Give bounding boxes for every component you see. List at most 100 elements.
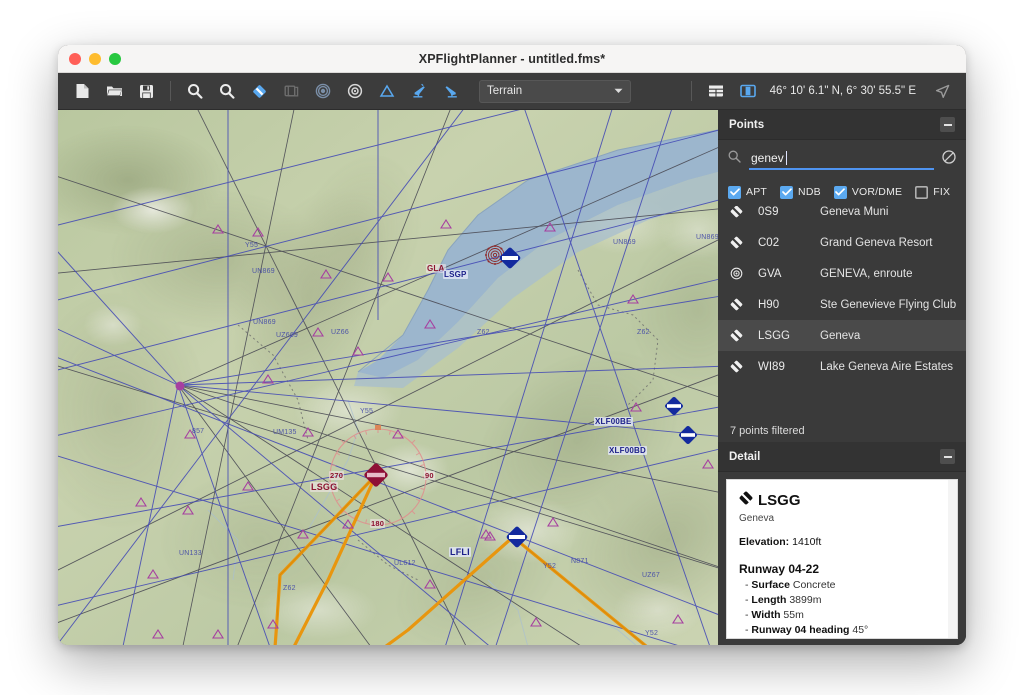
detail-elevation: Elevation: 1410ft bbox=[739, 535, 945, 550]
compass-label-270: 270 bbox=[329, 471, 345, 480]
airway-label: UM135 bbox=[273, 429, 297, 436]
points-list-scroll[interactable]: 0S9 Geneva Muni C02 Grand Geneva Resort GVA G… bbox=[718, 206, 966, 420]
runway-heading: Runway 04-22 bbox=[739, 562, 820, 577]
maximize-window-button[interactable] bbox=[109, 53, 121, 65]
points-panel-title: Points bbox=[729, 118, 765, 131]
filter-apt[interactable]: APT bbox=[728, 185, 767, 199]
points-collapse-button[interactable] bbox=[940, 117, 955, 132]
toolbar: Terrain 46° 10' 6.1" N, 6° 30' 55.5" E bbox=[58, 73, 966, 110]
point-row-h90[interactable]: H90 Ste Genevieve Flying Club bbox=[718, 289, 966, 320]
filter-apt-checkbox[interactable] bbox=[728, 185, 741, 199]
runway-detail-value: 45° bbox=[852, 624, 869, 637]
terrain-select[interactable]: Terrain bbox=[479, 79, 631, 103]
detail-panel-header: Detail bbox=[718, 442, 966, 472]
window-title: XPFlightPlanner - untitled.fms* bbox=[418, 51, 606, 66]
airway-label: Y55 bbox=[360, 408, 374, 415]
detail-elevation-label: Elevation: bbox=[739, 536, 790, 549]
runway-detail-label: Length bbox=[751, 594, 787, 607]
detail-scrollbar[interactable] bbox=[948, 480, 957, 638]
title-bar: XPFlightPlanner - untitled.fms* bbox=[58, 45, 966, 73]
filter-vordme[interactable]: VOR/DME bbox=[833, 185, 902, 199]
detail-panel-title: Detail bbox=[729, 450, 761, 463]
detail-icao: LSGG bbox=[758, 492, 801, 509]
detail-collapse-button[interactable] bbox=[940, 449, 955, 464]
grid-table-icon[interactable] bbox=[700, 77, 732, 105]
point-row-c02[interactable]: C02 Grand Geneva Resort bbox=[718, 227, 966, 258]
detail-content: LSGG Geneva Elevation: 1410ft Runway 04-… bbox=[727, 480, 957, 638]
runway-detail-label: Surface bbox=[751, 579, 790, 592]
detail-scrollbar-thumb[interactable] bbox=[948, 480, 957, 600]
ndb-circle-icon[interactable] bbox=[339, 77, 371, 105]
filter-fix-checkbox[interactable] bbox=[915, 186, 928, 199]
toolbar-divider bbox=[170, 81, 171, 101]
search-input[interactable]: genev bbox=[749, 149, 934, 170]
filter-ndb-checkbox[interactable] bbox=[780, 185, 794, 199]
detail-icao-row: LSGG bbox=[739, 490, 945, 511]
navigate-arrow-icon[interactable] bbox=[926, 77, 958, 105]
save-disk-icon[interactable] bbox=[130, 77, 162, 105]
airport-diamond-icon bbox=[730, 360, 758, 373]
airway-label: Y52 bbox=[543, 563, 557, 570]
close-window-button[interactable] bbox=[69, 53, 81, 65]
map-label-lsgg: LSGG bbox=[310, 482, 339, 492]
point-row-id: LSGG bbox=[758, 329, 790, 342]
vor-target-icon[interactable] bbox=[307, 77, 339, 105]
filter-ndb-label: NDB bbox=[798, 186, 821, 198]
detail-panel: Detail LSGG Geneva Elevation: 1410ft Run… bbox=[718, 442, 966, 645]
point-row-id: GVA bbox=[758, 267, 782, 280]
zoom-out-icon[interactable] bbox=[211, 77, 243, 105]
airway-label: Z62 bbox=[477, 329, 490, 336]
points-filtered-status: 7 points filtered bbox=[718, 420, 966, 442]
split-panel-icon[interactable] bbox=[732, 77, 764, 105]
airway-label: 857 bbox=[192, 428, 205, 435]
fix-triangle-icon[interactable] bbox=[371, 77, 403, 105]
clear-search-icon[interactable] bbox=[942, 149, 956, 169]
filter-vordme-checkbox[interactable] bbox=[833, 185, 847, 199]
point-row-lsgg[interactable]: LSGG Geneva bbox=[718, 320, 966, 351]
compass-label-90: 90 bbox=[424, 471, 435, 480]
runway-detail-label: Runway 04 heading bbox=[751, 624, 850, 637]
airport-diamond-icon bbox=[739, 490, 753, 511]
text-caret bbox=[786, 150, 787, 165]
compass-label-180: 180 bbox=[370, 519, 386, 528]
points-panel-header: Points bbox=[718, 110, 966, 140]
airport-diamond-icon[interactable] bbox=[243, 77, 275, 105]
search-icon bbox=[728, 150, 741, 168]
terrain-select-value: Terrain bbox=[487, 85, 523, 97]
map-label-lsgp: LSGP bbox=[443, 270, 468, 279]
point-row-gva[interactable]: GVA GENEVA, enroute bbox=[718, 258, 966, 289]
runway-detail-item: - Runway 04 heading 45° bbox=[745, 624, 869, 637]
map-canvas[interactable]: 270 90 180 GLA LSGP XLF00BE XLF00BD LSGG… bbox=[58, 110, 718, 645]
window-body: 270 90 180 GLA LSGP XLF00BE XLF00BD LSGG… bbox=[58, 110, 966, 645]
airport-diamond-icon bbox=[730, 298, 758, 311]
point-row-0s9[interactable]: 0S9 Geneva Muni bbox=[718, 206, 966, 227]
toolbar-divider-2 bbox=[690, 81, 692, 101]
chart-layers-icon[interactable] bbox=[275, 77, 307, 105]
points-list: 0S9 Geneva Muni C02 Grand Geneva Resort GVA G… bbox=[718, 206, 966, 382]
airway-label: UN133 bbox=[179, 550, 202, 557]
point-row-id: 0S9 bbox=[758, 206, 779, 218]
map-label-lfli: LFLI bbox=[449, 547, 471, 557]
new-file-icon[interactable] bbox=[66, 77, 98, 105]
airway-label: UN869 bbox=[253, 319, 276, 326]
minimize-window-button[interactable] bbox=[89, 53, 101, 65]
airport-diamond-icon bbox=[730, 206, 758, 218]
point-row-wi89[interactable]: WI89 Lake Geneva Aire Estates bbox=[718, 351, 966, 382]
airport-diamond-icon bbox=[730, 236, 758, 249]
traffic-lights bbox=[69, 53, 121, 65]
search-input-value: genev bbox=[751, 150, 784, 165]
open-folder-icon[interactable] bbox=[98, 77, 130, 105]
map-label-xlf00be: XLF00BE bbox=[594, 417, 633, 426]
zoom-in-icon[interactable] bbox=[179, 77, 211, 105]
detail-card[interactable]: LSGG Geneva Elevation: 1410ft Runway 04-… bbox=[726, 479, 958, 639]
search-underline bbox=[749, 168, 934, 170]
arrival-plane-icon[interactable] bbox=[435, 77, 467, 105]
point-row-name: Lake Geneva Aire Estates bbox=[820, 360, 953, 373]
departure-plane-icon[interactable] bbox=[403, 77, 435, 105]
filter-ndb[interactable]: NDB bbox=[780, 185, 821, 199]
runway-detail-item: - Length 3899m bbox=[745, 594, 822, 607]
airway-label: UN869 bbox=[252, 268, 275, 275]
runway-detail-label: Width bbox=[751, 609, 781, 622]
filter-fix[interactable]: FIX bbox=[915, 186, 950, 199]
point-row-name: Geneva bbox=[820, 329, 861, 342]
